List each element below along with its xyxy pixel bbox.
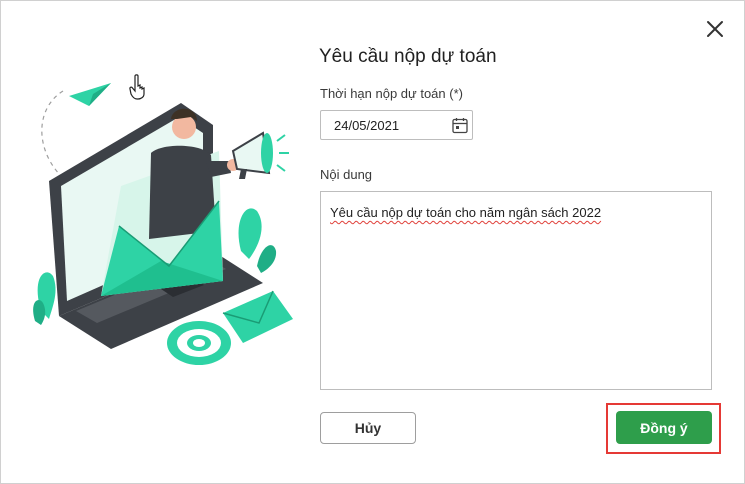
content-text: Yêu cầu nộp dự toán cho năm ngân sách 20… [330, 205, 602, 220]
close-icon[interactable] [703, 17, 727, 41]
content-label: Nội dung [320, 167, 373, 182]
request-dialog: Yêu cầu nộp dự toán Thời hạn nộp dự toán… [0, 0, 745, 484]
confirm-button[interactable]: Đồng ý [616, 411, 712, 444]
dialog-title: Yêu cầu nộp dự toán [319, 46, 497, 67]
envelope-illustration [33, 83, 293, 365]
cancel-button[interactable]: Hủy [320, 412, 416, 444]
deadline-date-field[interactable]: 24/05/2021 [320, 110, 473, 140]
deadline-label: Thời hạn nộp dự toán (*) [320, 86, 463, 101]
content-textarea[interactable]: Yêu cầu nộp dự toán cho năm ngân sách 20… [320, 191, 712, 390]
deadline-date-value: 24/05/2021 [334, 118, 400, 133]
calendar-icon[interactable] [452, 117, 468, 134]
hand-cursor-icon [129, 74, 145, 100]
